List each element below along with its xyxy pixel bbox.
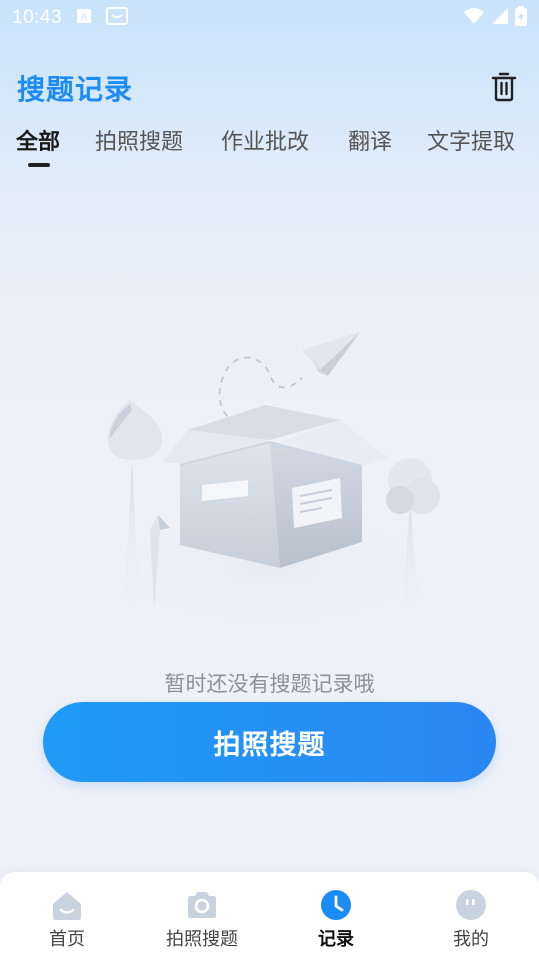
battery-icon (515, 6, 527, 30)
nav-item-profile[interactable]: 我的 (404, 872, 538, 958)
bottom-nav: 首页 拍照搜题 记录 我的 (0, 872, 539, 958)
nav-label-home: 首页 (49, 929, 85, 950)
clock-icon (321, 890, 351, 920)
status-time: 10:43 (12, 7, 63, 28)
category-tabs: 全部 拍照搜题 作业批改 翻译 文字提取 (0, 120, 539, 170)
photo-search-button[interactable]: 拍照搜题 (43, 702, 496, 782)
tab-photo-search[interactable]: 拍照搜题 (95, 124, 183, 156)
empty-box-illustration (70, 320, 470, 640)
app-notification-icon (106, 6, 129, 30)
camera-icon (188, 892, 216, 918)
wifi-icon (463, 7, 485, 29)
nav-item-home[interactable]: 首页 (0, 872, 134, 958)
tab-homework-grading[interactable]: 作业批改 (221, 124, 309, 156)
active-tab-indicator (28, 163, 50, 167)
signal-icon (491, 7, 509, 29)
nav-label-photo-search: 拍照搜题 (166, 929, 238, 950)
tab-all[interactable]: 全部 (16, 124, 60, 156)
nav-label-profile: 我的 (453, 929, 489, 950)
clear-history-button[interactable] (488, 70, 520, 104)
keyboard-notification-icon: A (76, 8, 92, 28)
header: 搜题记录 (0, 62, 539, 112)
nav-label-records: 记录 (318, 929, 354, 950)
svg-text:A: A (81, 12, 88, 23)
home-icon (53, 892, 81, 920)
status-bar: 10:43 A (0, 0, 539, 36)
trash-icon (491, 72, 517, 102)
nav-item-records[interactable]: 记录 (269, 872, 403, 958)
profile-icon (456, 890, 486, 920)
nav-item-photo-search[interactable]: 拍照搜题 (135, 872, 269, 958)
empty-state-message: 暂时还没有搜题记录哦 (164, 672, 375, 696)
tab-translate[interactable]: 翻译 (348, 124, 392, 156)
tab-text-extraction[interactable]: 文字提取 (427, 124, 515, 156)
page-title: 搜题记录 (17, 73, 134, 106)
